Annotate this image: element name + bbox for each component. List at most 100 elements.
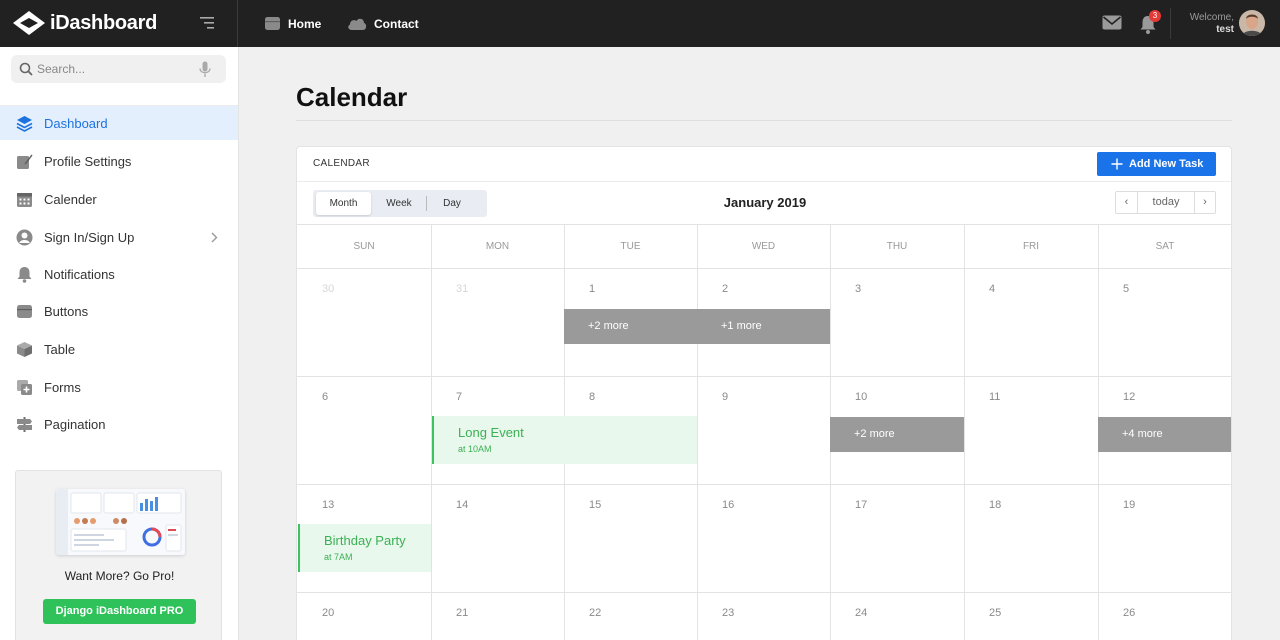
add-new-task-label: Add New Task xyxy=(1129,158,1204,170)
day-number[interactable]: 26 xyxy=(1123,607,1135,619)
day-number[interactable]: 14 xyxy=(456,499,468,511)
day-number[interactable]: 30 xyxy=(322,283,334,295)
sidebar-item-profile-settings[interactable]: Profile Settings xyxy=(0,144,238,178)
grid-row-line xyxy=(297,592,1231,593)
more-events-link[interactable]: +1 more xyxy=(697,309,830,344)
search-box[interactable] xyxy=(11,55,226,83)
username: test xyxy=(1216,24,1234,35)
prev-month-button[interactable]: ‹ xyxy=(1116,192,1138,213)
card-header: CALENDAR Add New Task xyxy=(297,147,1231,182)
sidebar-item-forms[interactable]: Forms xyxy=(0,370,238,404)
promo-title: Want More? Go Pro! xyxy=(64,569,175,583)
day-number[interactable]: 10 xyxy=(855,391,867,403)
day-number[interactable]: 24 xyxy=(855,607,867,619)
day-number[interactable]: 8 xyxy=(589,391,595,403)
day-number[interactable]: 12 xyxy=(1123,391,1135,403)
menu-toggle-icon[interactable] xyxy=(200,16,216,30)
more-events-link[interactable]: +2 more xyxy=(830,417,964,452)
weekday-header: SAT xyxy=(1155,241,1175,252)
sidebar-item-label: Profile Settings xyxy=(44,154,132,169)
add-new-task-button[interactable]: Add New Task xyxy=(1097,152,1216,176)
sidebar-item-buttons[interactable]: Buttons xyxy=(0,294,238,328)
logo-icon xyxy=(13,11,45,35)
day-number[interactable]: 21 xyxy=(456,607,468,619)
month-title: January 2019 xyxy=(723,195,807,210)
nav-home-label: Home xyxy=(288,16,322,31)
notification-badge: 3 xyxy=(1149,10,1161,22)
day-number[interactable]: 3 xyxy=(855,283,861,295)
calendar-event[interactable]: Birthday Party at 7AM xyxy=(298,524,431,572)
day-number[interactable]: 22 xyxy=(589,607,601,619)
more-events-link[interactable]: +4 more xyxy=(1098,417,1231,452)
day-number[interactable]: 16 xyxy=(722,499,734,511)
avatar-image xyxy=(1239,10,1265,36)
get-pro-button[interactable]: Django iDashboard PRO xyxy=(43,599,196,624)
page-title: Calendar xyxy=(296,82,408,112)
signpost-icon xyxy=(17,417,32,432)
sidebar-item-label: Dashboard xyxy=(44,116,108,131)
sidebar-item-label: Pagination xyxy=(44,417,106,432)
day-number[interactable]: 19 xyxy=(1123,499,1135,511)
user-greeting[interactable]: Welcome, test xyxy=(1180,12,1234,36)
today-button[interactable]: today xyxy=(1138,192,1194,213)
sidebar-item-notifications[interactable]: Notifications xyxy=(0,257,238,291)
cloud-icon xyxy=(348,18,367,30)
search-input[interactable] xyxy=(37,59,197,79)
event-time: at 10AM xyxy=(458,444,492,454)
user-icon xyxy=(16,229,33,246)
cube-icon xyxy=(17,342,32,357)
day-number[interactable]: 15 xyxy=(589,499,601,511)
sidebar-item-pagination[interactable]: Pagination xyxy=(0,407,238,441)
day-number[interactable]: 18 xyxy=(989,499,1001,511)
brand-name: iDashboard xyxy=(50,12,158,34)
day-number[interactable]: 1 xyxy=(589,283,595,295)
bell-icon xyxy=(17,267,32,283)
sidebar-item-dashboard[interactable]: Dashboard xyxy=(0,106,238,140)
brand[interactable]: iDashboard xyxy=(0,0,238,47)
day-number[interactable]: 9 xyxy=(722,391,728,403)
day-number[interactable]: 13 xyxy=(322,499,334,511)
event-time: at 7AM xyxy=(324,552,353,562)
nav-contact[interactable]: Contact xyxy=(347,0,419,47)
header-divider xyxy=(1170,8,1171,39)
layers-icon xyxy=(16,116,33,132)
title-divider xyxy=(296,120,1232,121)
mail-icon[interactable] xyxy=(1102,15,1122,30)
day-number[interactable]: 20 xyxy=(322,607,334,619)
sidebar-item-label: Sign In/Sign Up xyxy=(44,230,135,245)
day-number[interactable]: 7 xyxy=(456,391,462,403)
grid-row-line xyxy=(297,376,1231,377)
day-number[interactable]: 11 xyxy=(989,391,1000,403)
day-number[interactable]: 6 xyxy=(322,391,328,403)
day-number[interactable]: 2 xyxy=(722,283,728,295)
microphone-icon[interactable] xyxy=(199,61,211,78)
avatar[interactable] xyxy=(1239,10,1265,36)
day-number[interactable]: 23 xyxy=(722,607,734,619)
pro-preview-image xyxy=(56,489,185,555)
day-number[interactable]: 31 xyxy=(456,283,468,295)
weekday-header: THU xyxy=(886,241,908,252)
grid-row-line xyxy=(297,484,1231,485)
more-events-link[interactable]: +2 more xyxy=(564,309,697,344)
grid-column-line xyxy=(964,225,965,640)
calendar-icon xyxy=(17,193,32,207)
weekday-header: TUE xyxy=(620,241,641,252)
event-title: Birthday Party xyxy=(324,533,406,548)
notifications-button[interactable]: 3 xyxy=(1140,10,1161,34)
grid-row-line xyxy=(297,268,1231,269)
forms-icon xyxy=(17,380,32,395)
sidebar-item-label: Forms xyxy=(44,380,81,395)
day-number[interactable]: 5 xyxy=(1123,283,1129,295)
day-number[interactable]: 17 xyxy=(855,499,867,511)
day-number[interactable]: 4 xyxy=(989,283,995,295)
box-icon xyxy=(265,17,280,30)
sidebar-item-table[interactable]: Table xyxy=(0,332,238,366)
nav-contact-label: Contact xyxy=(374,16,419,31)
calendar-card: CALENDAR Add New Task Month Week Day Jan… xyxy=(296,146,1232,640)
day-number[interactable]: 25 xyxy=(989,607,1001,619)
calendar-event[interactable]: Long Event at 10AM xyxy=(432,416,697,464)
next-month-button[interactable]: › xyxy=(1194,192,1215,213)
nav-home[interactable]: Home xyxy=(264,0,321,47)
sidebar-item-sign-in-sign-up[interactable]: Sign In/Sign Up xyxy=(0,220,238,254)
sidebar-item-calender[interactable]: Calender xyxy=(0,182,238,216)
